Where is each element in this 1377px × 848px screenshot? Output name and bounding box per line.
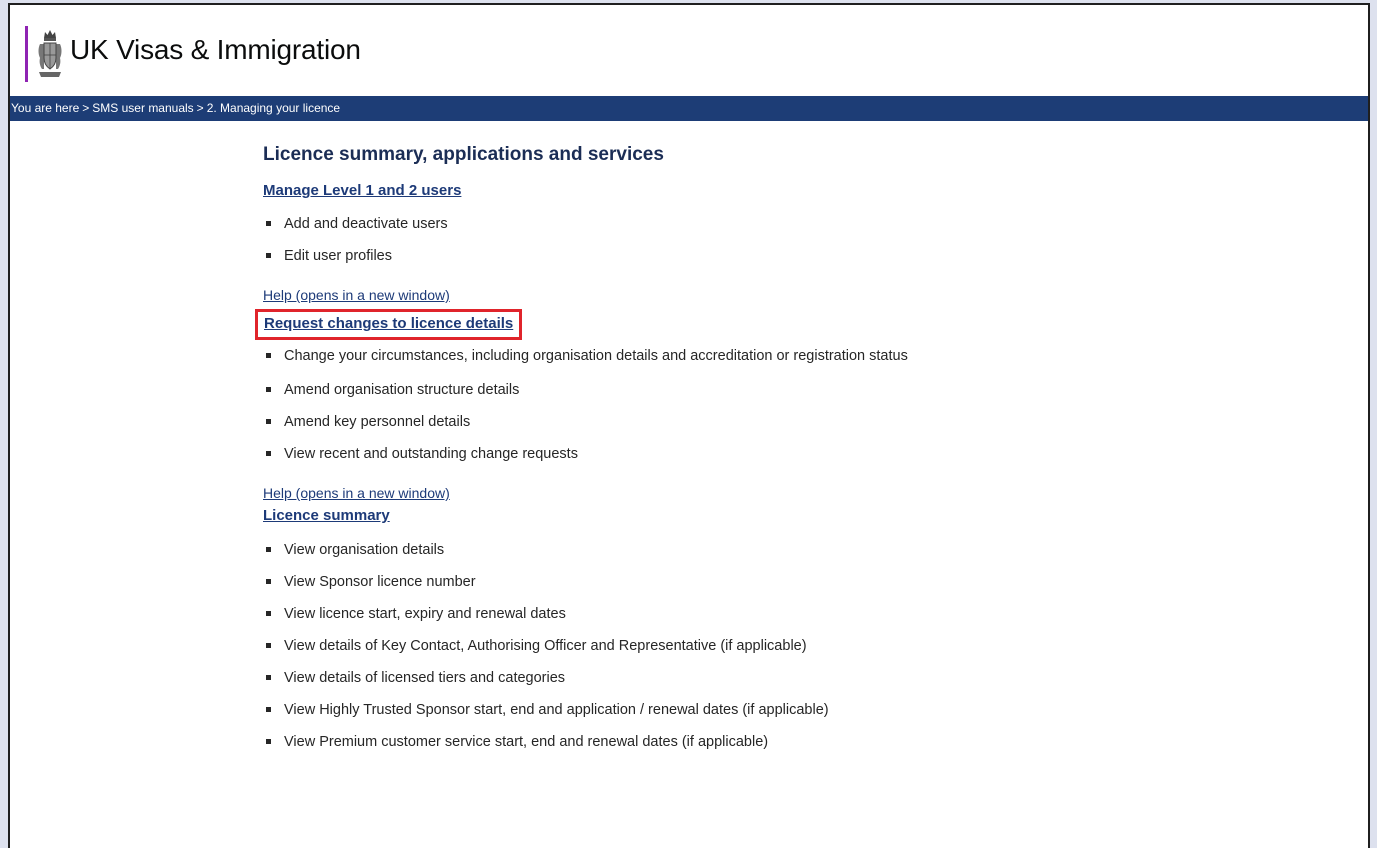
main-content: Licence summary, applications and servic… [255, 141, 1163, 751]
breadcrumb-current: 2. Managing your licence [206, 101, 341, 115]
breadcrumb-separator: > [196, 101, 204, 115]
list-item: View organisation details [263, 542, 1163, 559]
royal-crest-icon [38, 30, 62, 77]
breadcrumb: You are here > SMS user manuals >2. Managin… [10, 96, 1368, 121]
list-item: View recent and outstanding change reque… [263, 446, 1023, 463]
list-item: View Sponsor licence number [263, 574, 1163, 591]
breadcrumb-separator: > [82, 101, 90, 115]
list-item: View Highly Trusted Sponsor start, end a… [263, 702, 1163, 719]
page-title: Licence summary, applications and servic… [263, 144, 664, 165]
list-item: Add and deactivate users [263, 216, 1163, 233]
request-changes-link[interactable]: Request changes to licence details [264, 315, 513, 332]
help-link-manage-users[interactable]: Help (opens in a new window) [263, 287, 450, 303]
site-header: UK Visas & Immigration [10, 5, 1368, 96]
brand-bar [25, 26, 28, 82]
manage-users-list: Add and deactivate users Edit user profi… [263, 216, 1163, 265]
highlight-box: Request changes to licence details [255, 309, 523, 340]
list-item: Change your circumstances, including org… [263, 348, 1023, 365]
list-item: Amend key personnel details [263, 414, 1023, 431]
page-frame: UK Visas & Immigration You are here > SMS … [8, 3, 1370, 848]
breadcrumb-link-sms-user-manuals[interactable]: SMS user manuals [92, 101, 193, 115]
list-item: View licence start, expiry and renewal d… [263, 606, 1163, 623]
licence-summary-link[interactable]: Licence summary [263, 507, 390, 524]
app-title: UK Visas & Immigration [70, 34, 361, 65]
list-item: View Premium customer service start, end… [263, 734, 1163, 751]
list-item: View details of licensed tiers and categ… [263, 670, 1163, 687]
list-item: Amend organisation structure details [263, 382, 1023, 399]
list-item: Edit user profiles [263, 248, 1163, 265]
manage-users-link[interactable]: Manage Level 1 and 2 users [263, 182, 461, 199]
help-link-request-changes[interactable]: Help (opens in a new window) [263, 485, 450, 501]
breadcrumb-here: You are here [11, 101, 80, 115]
list-item: View details of Key Contact, Authorising… [263, 638, 1163, 655]
licence-summary-list: View organisation details View Sponsor l… [263, 542, 1163, 751]
request-changes-list: Change your circumstances, including org… [263, 348, 1023, 463]
